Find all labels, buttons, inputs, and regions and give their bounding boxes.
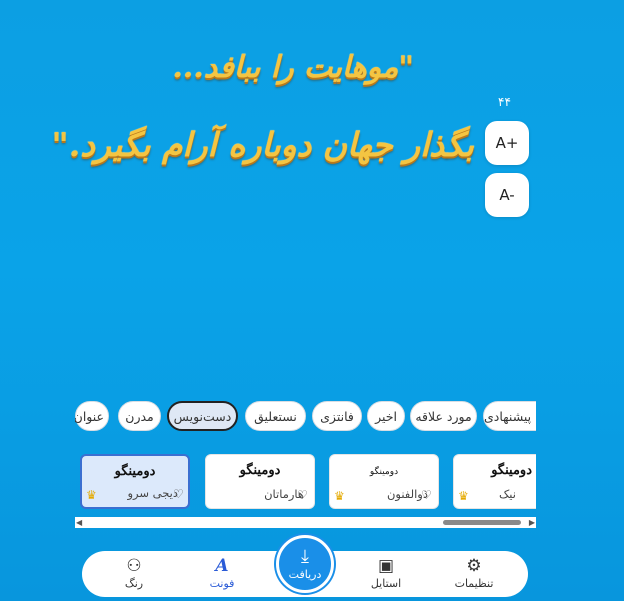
crown-icon: ♛ — [458, 489, 469, 503]
font-sample: دومینگو — [491, 463, 532, 478]
crown-icon: ♛ — [334, 489, 345, 503]
font-sample: دومینگو — [369, 467, 399, 477]
nav-color[interactable]: ⚇ رنگ — [104, 555, 164, 590]
download-icon: ⤓ — [301, 546, 309, 567]
font-card-zolfonoon[interactable]: دومینگو ♛ ♡ ذوالفنون — [329, 454, 439, 509]
download-label: دریافت — [288, 568, 322, 581]
font-letter-icon: A — [215, 556, 229, 576]
color-circles-icon: ⚇ — [126, 556, 142, 576]
decrease-font-size-button[interactable]: A- — [485, 173, 529, 217]
font-name: نیک — [499, 487, 516, 501]
nav-style[interactable]: ▣ استایل — [356, 555, 416, 590]
scroll-left-arrow-icon[interactable]: ◀ — [76, 517, 82, 528]
nav-settings-label: تنظیمات — [454, 577, 494, 590]
nav-font[interactable]: A فونت — [192, 555, 252, 590]
font-size-value: ۴۴ — [498, 95, 511, 109]
font-name: ذوالفنون — [386, 487, 428, 501]
chip-recent[interactable]: اخیر — [367, 401, 405, 431]
chip-modern[interactable]: مدرن — [118, 401, 161, 431]
font-name: هارماتان — [264, 487, 304, 501]
chip-suggested[interactable]: پیشنهادی — [483, 401, 536, 431]
chip-title[interactable]: عنوان — [75, 401, 109, 431]
chip-fantasy[interactable]: فانتزی — [312, 401, 362, 431]
font-sample: دومینگو — [114, 464, 156, 479]
chip-favorites[interactable]: مورد علاقه — [410, 401, 477, 431]
nav-settings[interactable]: ⚙ تنظیمات — [444, 555, 504, 590]
nav-font-label: فونت — [209, 577, 235, 590]
nav-color-label: رنگ — [124, 577, 144, 590]
nav-style-label: استایل — [370, 577, 402, 590]
font-card-nik[interactable]: دومینگو ♛ نیک — [453, 454, 536, 509]
scrollbar-thumb[interactable] — [443, 520, 521, 525]
chip-handwritten[interactable]: دست‌نویس — [167, 401, 238, 431]
font-card-harmattan[interactable]: دومینگو ♡ هارماتان — [205, 454, 315, 509]
style-frame-icon: ▣ — [377, 556, 395, 576]
preview-text-line-2: بگذار جهان دوباره آرام بگیرد." — [51, 125, 474, 164]
font-sample: دومینگو — [239, 463, 281, 478]
font-name: دیجی سرو — [127, 486, 178, 500]
increase-font-size-button[interactable]: A+ — [485, 121, 529, 165]
chip-nastaliq[interactable]: نستعلیق — [245, 401, 306, 431]
font-category-chips: عنوان مدرن دست‌نویس نستعلیق فانتزی اخیر … — [75, 401, 536, 433]
font-card-digi-sarv[interactable]: دومینگو ♛ ♡ دیجی سرو — [80, 454, 190, 509]
scroll-right-arrow-icon[interactable]: ▶ — [529, 517, 535, 528]
crown-icon: ♛ — [86, 488, 97, 502]
preview-text-line-1: "موهایت را ببافد... — [172, 50, 414, 85]
download-button[interactable]: ⤓ دریافت — [276, 535, 334, 593]
gear-icon: ⚙ — [466, 556, 482, 576]
horizontal-scrollbar[interactable]: ◀ ▶ — [75, 517, 536, 528]
font-list: دومینگو ♛ ♡ دیجی سرو دومینگو ♡ هارماتان … — [75, 454, 536, 512]
